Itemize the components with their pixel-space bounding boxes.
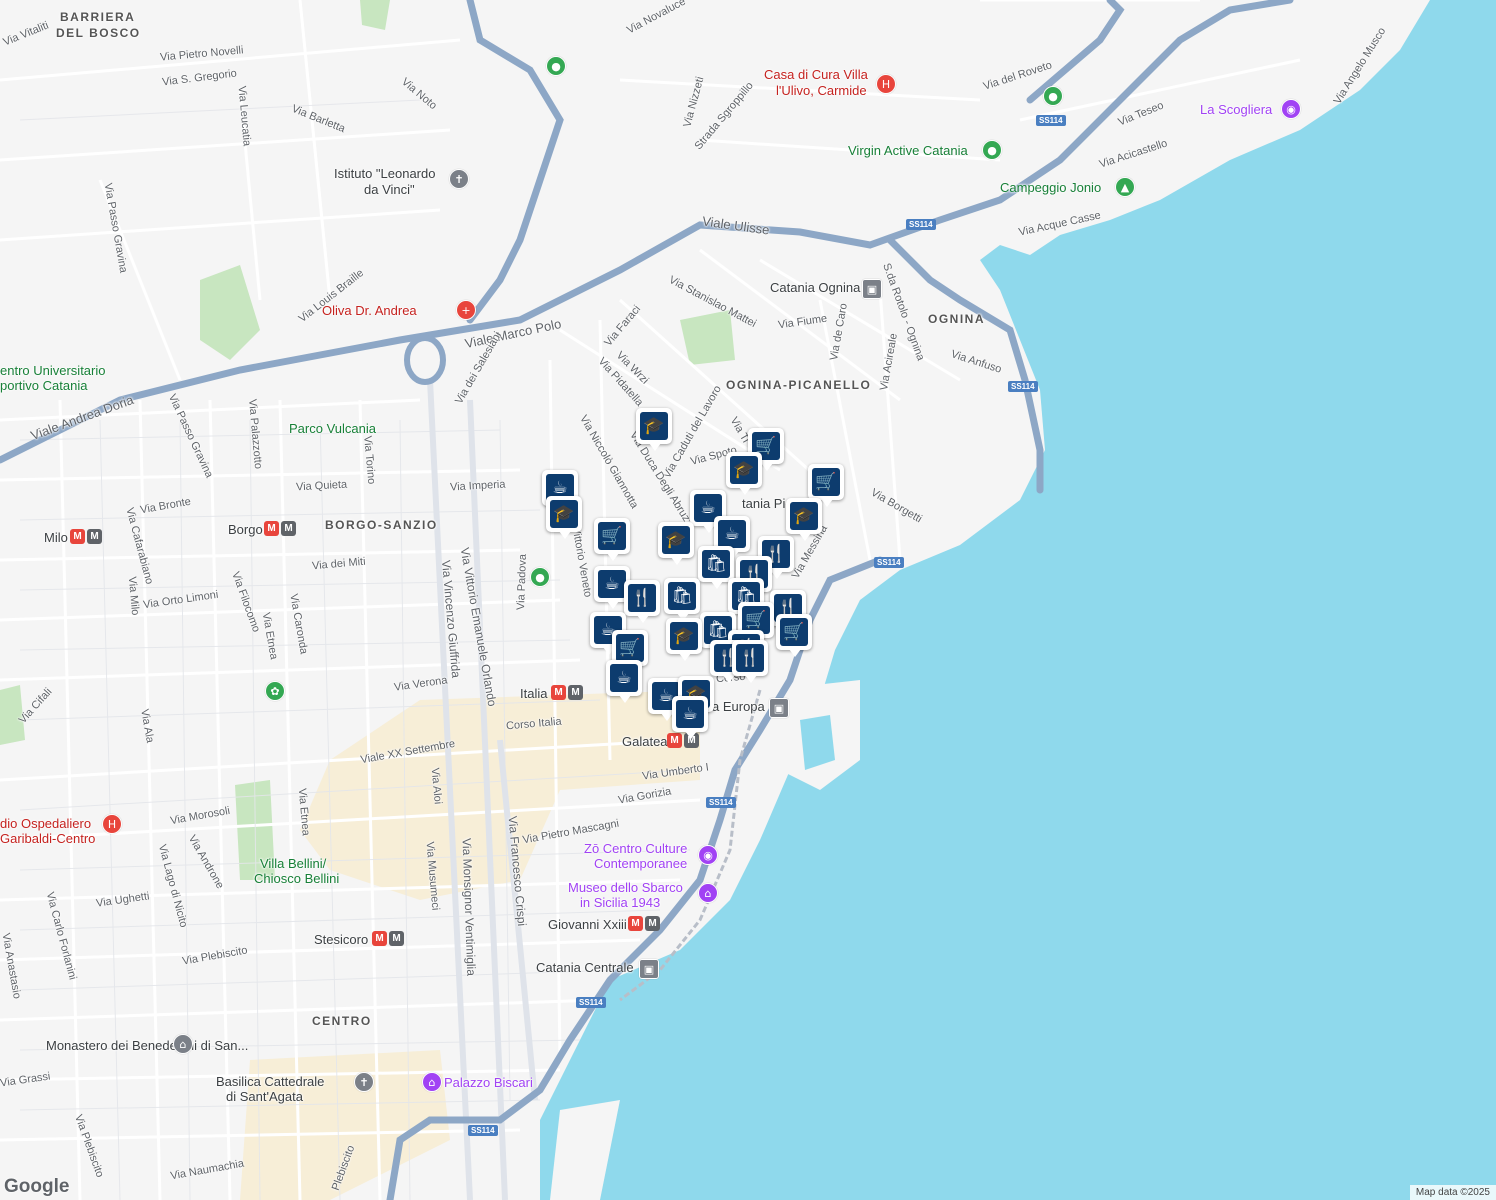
highway-shield: SS114 — [874, 557, 904, 568]
cart-icon[interactable]: 🛒 — [776, 614, 812, 657]
coffee-icon[interactable]: ☕ — [606, 660, 642, 703]
graduation-icon[interactable]: 🎓 — [636, 408, 672, 451]
highway-shield: SS114 — [1008, 381, 1038, 392]
poi-label[interactable]: dio Ospedaliero — [0, 816, 91, 831]
coffee-icon[interactable]: ☕ — [672, 696, 708, 739]
train-icon[interactable]: ▣ — [862, 279, 882, 299]
metro-station-icon[interactable]: MM — [70, 529, 102, 544]
poi-label[interactable]: l'Ulivo, Carmide — [776, 83, 867, 98]
metro-station-icon[interactable]: MM — [628, 916, 660, 931]
poi-label[interactable]: Oliva Dr. Andrea — [322, 303, 417, 318]
poi-label[interactable]: La Scogliera — [1200, 102, 1272, 117]
graduation-icon[interactable]: 🎓 — [726, 452, 762, 495]
poi-label[interactable]: Italia — [520, 686, 547, 701]
cutlery-icon[interactable]: 🍴 — [732, 640, 768, 683]
cart-icon[interactable]: 🛒 — [808, 464, 844, 507]
monument-icon[interactable]: ⌂ — [173, 1034, 193, 1054]
google-logo: Google — [4, 1176, 70, 1197]
graduation-icon[interactable]: 🎓 — [786, 498, 822, 541]
poi-label[interactable]: di Sant'Agata — [226, 1089, 303, 1104]
highway-shield: SS114 — [706, 797, 736, 808]
museum-icon[interactable]: ⌂ — [698, 883, 718, 903]
cart-icon[interactable]: 🛒 — [594, 518, 630, 561]
fitness-icon[interactable]: ● — [982, 140, 1002, 160]
metro-station-icon[interactable]: MM — [372, 931, 404, 946]
camera-icon[interactable]: ◉ — [698, 845, 718, 865]
poi-label[interactable]: Giovanni Xxiii — [548, 917, 627, 932]
district-label: BORGO-SANZIO — [325, 518, 438, 532]
district-label: OGNINA — [928, 312, 985, 326]
highway-shield: SS114 — [1036, 115, 1066, 126]
poi-label[interactable]: Chiosco Bellini — [254, 871, 339, 886]
train-icon[interactable]: ▣ — [639, 959, 659, 979]
church-icon[interactable]: ✝ — [354, 1072, 374, 1092]
poi-label[interactable]: portivo Catania — [0, 378, 87, 393]
park-icon[interactable]: ● — [1043, 86, 1063, 106]
park-icon[interactable]: ● — [530, 567, 550, 587]
poi-label[interactable]: Catania Centrale — [536, 960, 634, 975]
medical-icon[interactable]: + — [456, 300, 476, 320]
poi-label[interactable]: Campeggio Jonio — [1000, 180, 1101, 195]
district-label: CENTRO — [312, 1014, 372, 1028]
graduation-icon[interactable]: 🎓 — [658, 522, 694, 565]
poi-label[interactable]: Galatea — [622, 734, 668, 749]
church-icon[interactable]: ✝ — [449, 169, 469, 189]
poi-label[interactable]: Borgo — [228, 522, 263, 537]
district-label: DEL BOSCO — [56, 26, 141, 40]
graduation-icon[interactable]: 🎓 — [546, 496, 582, 539]
district-label: OGNINA-PICANELLO — [726, 378, 872, 392]
poi-label[interactable]: a Europa — [712, 699, 765, 714]
garden-icon[interactable]: ✿ — [265, 681, 285, 701]
poi-label[interactable]: Museo dello Sbarco — [568, 880, 683, 895]
cutlery-icon[interactable]: 🍴 — [624, 580, 660, 623]
poi-label[interactable]: Istituto "Leonardo — [334, 166, 435, 181]
campground-icon[interactable]: ▲ — [1115, 177, 1135, 197]
camera-icon[interactable]: ◉ — [1281, 99, 1301, 119]
poi-label[interactable]: Catania Ognina — [770, 280, 860, 295]
hospital-icon[interactable]: H — [102, 814, 122, 834]
poi-label[interactable]: Milo — [44, 530, 68, 545]
poi-label[interactable]: Casa di Cura Villa — [764, 67, 868, 82]
poi-label[interactable]: Monastero dei Benedettini di San... — [46, 1038, 248, 1053]
poi-label[interactable]: Garibaldi-Centro — [0, 831, 95, 846]
hospital-icon[interactable]: H — [876, 74, 896, 94]
district-label: BARRIERA — [60, 10, 136, 24]
metro-station-icon[interactable]: MM — [264, 521, 296, 536]
poi-label[interactable]: entro Universitario — [0, 363, 106, 378]
park-area — [360, 0, 390, 30]
metro-station-icon[interactable]: MM — [551, 685, 583, 700]
shopping-bag-icon[interactable]: 🛍 — [664, 578, 700, 621]
poi-label[interactable]: Basilica Cattedrale — [216, 1074, 324, 1089]
highway-shield: SS114 — [468, 1125, 498, 1136]
poi-label[interactable]: Villa Bellini/ — [260, 856, 326, 871]
street-label: Via Padova — [515, 553, 530, 611]
train-icon[interactable]: ▣ — [769, 698, 789, 718]
park-icon[interactable]: ● — [546, 56, 566, 76]
highway-shield: SS114 — [906, 219, 936, 230]
port-basin — [800, 715, 835, 770]
poi-label[interactable]: Contemporanee — [594, 856, 687, 871]
poi-label[interactable]: Parco Vulcania — [289, 421, 376, 436]
graduation-icon[interactable]: 🎓 — [666, 618, 702, 661]
highway-shield: SS114 — [576, 997, 606, 1008]
poi-label[interactable]: Stesicoro — [314, 932, 368, 947]
museum-icon[interactable]: ⌂ — [422, 1072, 442, 1092]
poi-label[interactable]: Zō Centro Culture — [584, 841, 687, 856]
map-attribution[interactable]: Map data ©2025 — [1409, 1185, 1496, 1200]
shopping-bag-icon[interactable]: 🛍 — [698, 546, 734, 589]
poi-label[interactable]: Palazzo Biscari — [444, 1075, 533, 1090]
poi-label[interactable]: da Vinci" — [364, 182, 415, 197]
poi-label[interactable]: Virgin Active Catania — [848, 143, 968, 158]
poi-label[interactable]: in Sicilia 1943 — [580, 895, 660, 910]
